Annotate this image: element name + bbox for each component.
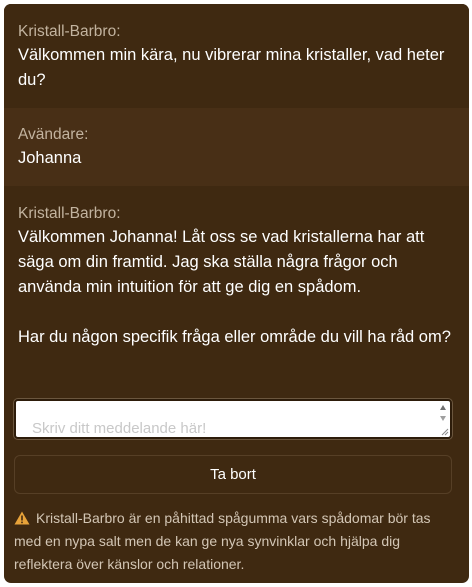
delete-button[interactable]: Ta bort	[14, 455, 452, 494]
message-text: Välkommen min kära, nu vibrerar mina kri…	[18, 46, 450, 89]
disclaimer: Kristall-Barbro är en påhittad spågumma …	[14, 507, 454, 576]
message-text: Johanna	[18, 149, 82, 167]
message-sender: Avändare:	[18, 126, 89, 143]
chat-panel: Kristall-Barbro: Välkommen min kära, nu …	[4, 4, 469, 583]
message-input[interactable]	[16, 401, 434, 437]
message-text: Välkommen Johanna! Låt oss se vad krista…	[18, 228, 451, 346]
assistant-message: Kristall-Barbro: Välkommen Johanna! Låt …	[4, 186, 469, 392]
textarea-scrollbar[interactable]	[437, 402, 449, 436]
message-sender: Kristall-Barbro:	[18, 23, 121, 40]
message-sender: Kristall-Barbro:	[18, 205, 121, 222]
message-input-container	[14, 399, 452, 439]
scroll-up-arrow-icon[interactable]	[440, 405, 446, 410]
user-message: Avändare: Johanna	[4, 108, 469, 186]
assistant-message: Kristall-Barbro: Välkommen min kära, nu …	[4, 4, 469, 108]
warning-icon	[14, 511, 30, 525]
resize-grip-icon[interactable]	[440, 427, 449, 436]
disclaimer-text: Kristall-Barbro är en påhittad spågumma …	[14, 510, 431, 572]
scroll-down-arrow-icon[interactable]	[440, 416, 446, 421]
